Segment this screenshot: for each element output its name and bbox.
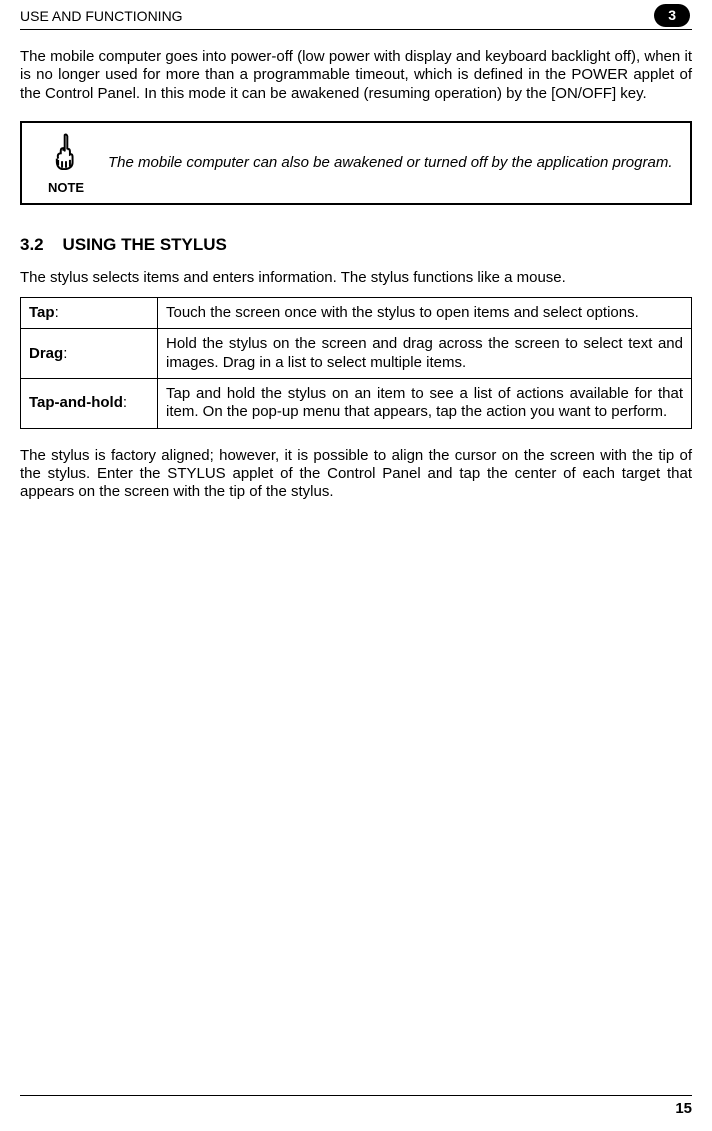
- table-row: Tap: Touch the screen once with the styl…: [21, 298, 692, 329]
- section-title: USE AND FUNCTIONING: [20, 8, 183, 24]
- stylus-table: Tap: Touch the screen once with the styl…: [20, 297, 692, 428]
- desc-cell: Touch the screen once with the stylus to…: [158, 298, 692, 329]
- footer-divider: [20, 1095, 692, 1096]
- page-number: 15: [20, 1100, 692, 1117]
- table-row: Tap-and-hold: Tap and hold the stylus on…: [21, 379, 692, 429]
- header-divider: [20, 29, 692, 30]
- term-cell: Drag:: [21, 329, 158, 379]
- term-label: Tap: [29, 304, 55, 321]
- page-header: USE AND FUNCTIONING 3: [20, 4, 692, 29]
- page-footer: 15: [20, 1095, 692, 1117]
- section-heading: 3.2 USING THE STYLUS: [20, 235, 692, 255]
- table-row: Drag: Hold the stylus on the screen and …: [21, 329, 692, 379]
- pointing-hand-icon: [45, 131, 87, 178]
- stylus-outro: The stylus is factory aligned; however, …: [20, 447, 692, 502]
- term-label: Tap-and-hold: [29, 394, 123, 411]
- intro-paragraph: The mobile computer goes into power-off …: [20, 48, 692, 103]
- note-label: NOTE: [48, 180, 84, 195]
- note-content: The mobile computer can also be awakened…: [98, 154, 678, 172]
- desc-cell: Hold the stylus on the screen and drag a…: [158, 329, 692, 379]
- note-icon-block: NOTE: [34, 131, 98, 195]
- term-cell: Tap:: [21, 298, 158, 329]
- stylus-intro: The stylus selects items and enters info…: [20, 269, 692, 287]
- term-cell: Tap-and-hold:: [21, 379, 158, 429]
- term-label: Drag: [29, 345, 63, 362]
- desc-cell: Tap and hold the stylus on an item to se…: [158, 379, 692, 429]
- note-box: NOTE The mobile computer can also be awa…: [20, 121, 692, 205]
- section-title-text: USING THE STYLUS: [63, 235, 227, 254]
- chapter-badge: 3: [654, 4, 690, 27]
- section-number: 3.2: [20, 235, 44, 254]
